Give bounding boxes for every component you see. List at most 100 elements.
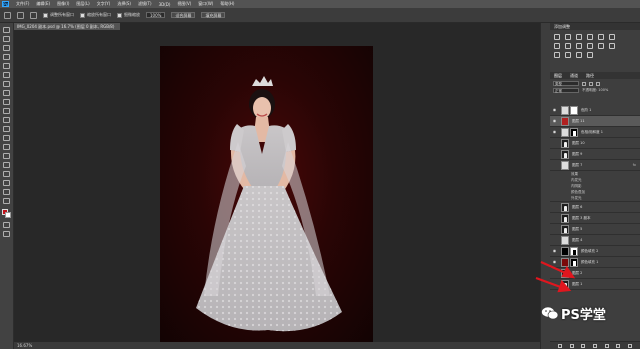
blend-mode-select[interactable]: 正常 — [553, 88, 579, 93]
eye-icon[interactable] — [551, 204, 558, 210]
curves-icon[interactable] — [576, 34, 582, 40]
marquee-tool-icon[interactable] — [3, 36, 10, 42]
healing-brush-icon[interactable] — [3, 81, 10, 87]
gradient-map-icon[interactable] — [576, 52, 582, 58]
eye-icon[interactable] — [551, 270, 558, 276]
eye-icon[interactable] — [551, 162, 558, 168]
layer-row[interactable]: 图层 9 — [550, 149, 640, 160]
layer-row[interactable]: ◉ 色相/饱和度 1 — [550, 127, 640, 138]
zoom-all-windows-checkbox[interactable]: 缩放所有窗口 — [80, 12, 111, 18]
layer-row[interactable]: ◉ 颜色填充 1 — [550, 257, 640, 268]
eye-icon[interactable]: ◉ — [551, 129, 558, 135]
zoom-percent-field[interactable]: 100% — [146, 12, 166, 18]
layer-row[interactable]: 图层 1 — [550, 279, 640, 290]
threshold-icon[interactable] — [565, 52, 571, 58]
layer-row[interactable]: 图层 7 fx — [550, 160, 640, 171]
move-tool-icon[interactable] — [3, 27, 10, 33]
eye-icon[interactable] — [551, 140, 558, 146]
filter-type-icon[interactable] — [596, 81, 600, 86]
zoom-out-icon[interactable] — [30, 11, 37, 19]
crop-tool-icon[interactable] — [3, 63, 10, 69]
photo-filter-icon[interactable] — [576, 43, 582, 49]
color-lookup-icon[interactable] — [598, 43, 604, 49]
color-swatches[interactable] — [1, 209, 12, 219]
brightness-contrast-icon[interactable] — [554, 34, 560, 40]
menu-layer[interactable]: 图层(L) — [76, 1, 89, 7]
new-layer-icon[interactable] — [616, 343, 621, 348]
eye-icon[interactable]: ◉ — [551, 259, 558, 265]
menu-image[interactable]: 图像(I) — [57, 1, 69, 7]
eyedropper-tool-icon[interactable] — [3, 72, 10, 78]
eye-icon[interactable] — [551, 226, 558, 232]
shape-tool-icon[interactable] — [3, 180, 10, 186]
pen-tool-icon[interactable] — [3, 153, 10, 159]
history-brush-icon[interactable] — [3, 108, 10, 114]
checkbox-box[interactable] — [43, 12, 48, 18]
hand-tool-icon[interactable] — [3, 189, 10, 195]
brush-tool-icon[interactable] — [3, 90, 10, 96]
fx-icon[interactable] — [569, 343, 574, 348]
layer-row[interactable]: 图层 2 — [550, 268, 640, 279]
layer-row[interactable]: 图层 10 — [550, 138, 640, 149]
quick-select-tool-icon[interactable] — [3, 54, 10, 60]
filter-adjust-icon[interactable] — [589, 81, 593, 86]
menu-help[interactable]: 帮助(H) — [220, 1, 234, 7]
document-tab[interactable]: IMG_0204 副本.psd @ 16.7% (图层 0 副本, RGB/8) — [14, 23, 120, 30]
menu-edit[interactable]: 编辑(E) — [36, 1, 50, 7]
layer-filter-select[interactable]: 类型 — [553, 81, 579, 86]
gradient-tool-icon[interactable] — [3, 126, 10, 132]
eraser-tool-icon[interactable] — [3, 117, 10, 123]
layer-mask-thumbnail[interactable] — [570, 127, 578, 137]
clone-stamp-icon[interactable] — [3, 99, 10, 105]
new-group-icon[interactable] — [604, 343, 609, 348]
blur-tool-icon[interactable] — [3, 135, 10, 141]
screen-mode-icon[interactable] — [3, 231, 10, 237]
eye-icon[interactable] — [551, 151, 558, 157]
selective-color-icon[interactable] — [587, 52, 593, 58]
filter-pixel-icon[interactable] — [582, 81, 586, 86]
eye-icon[interactable] — [551, 237, 558, 243]
trash-icon[interactable] — [628, 343, 633, 348]
layer-row[interactable]: ◉ 颜色填充 2 — [550, 246, 640, 257]
background-color[interactable] — [4, 212, 11, 218]
fx-icon[interactable]: fx — [633, 163, 636, 167]
new-adjustment-icon[interactable] — [592, 343, 597, 348]
layer-row[interactable]: 图层 3 副本 — [550, 213, 640, 224]
checkbox-box[interactable] — [117, 12, 122, 18]
type-tool-icon[interactable] — [3, 162, 10, 168]
effect-row[interactable]: 外发光 — [550, 195, 640, 202]
layer-row-selected[interactable]: ◉ 图层 11 — [550, 116, 640, 127]
tab-channels[interactable]: 通道 — [570, 72, 578, 79]
layer-row[interactable]: 图层 5 — [550, 224, 640, 235]
link-layers-icon[interactable] — [557, 343, 562, 348]
fill-screen-button[interactable]: 填充屏幕 — [201, 12, 226, 18]
tab-layers[interactable]: 图层 — [554, 72, 562, 79]
color-balance-icon[interactable] — [554, 43, 560, 49]
exposure-icon[interactable] — [587, 34, 593, 40]
hue-saturation-icon[interactable] — [609, 34, 615, 40]
menu-file[interactable]: 文件(F) — [16, 1, 29, 7]
menu-3d[interactable]: 3D(D) — [159, 2, 171, 7]
black-white-icon[interactable] — [565, 43, 571, 49]
layer-row[interactable]: 图层 4 — [550, 235, 640, 246]
channel-mixer-icon[interactable] — [587, 43, 593, 49]
scrubby-zoom-checkbox[interactable]: 细微缩放 — [117, 12, 140, 18]
quick-mask-icon[interactable] — [3, 222, 10, 228]
vibrance-icon[interactable] — [598, 34, 604, 40]
opacity-label[interactable]: 不透明度: 100% — [582, 88, 608, 93]
fit-screen-button[interactable]: 适合屏幕 — [171, 12, 196, 18]
eye-icon[interactable] — [551, 215, 558, 221]
invert-icon[interactable] — [609, 43, 615, 49]
zoom-tool-icon[interactable] — [4, 11, 11, 19]
layer-mask-thumbnail[interactable] — [570, 246, 578, 256]
posterize-icon[interactable] — [554, 52, 560, 58]
menu-view[interactable]: 视图(V) — [177, 1, 191, 7]
lasso-tool-icon[interactable] — [3, 45, 10, 51]
zoom-in-icon[interactable] — [17, 11, 24, 19]
checkbox-box[interactable] — [80, 12, 85, 18]
layer-row[interactable]: 图层 6 — [550, 202, 640, 213]
eye-icon[interactable]: ◉ — [551, 248, 558, 254]
document-canvas[interactable] — [160, 46, 373, 342]
dodge-tool-icon[interactable] — [3, 144, 10, 150]
resize-windows-checkbox[interactable]: 调整所有窗口 — [43, 12, 74, 18]
